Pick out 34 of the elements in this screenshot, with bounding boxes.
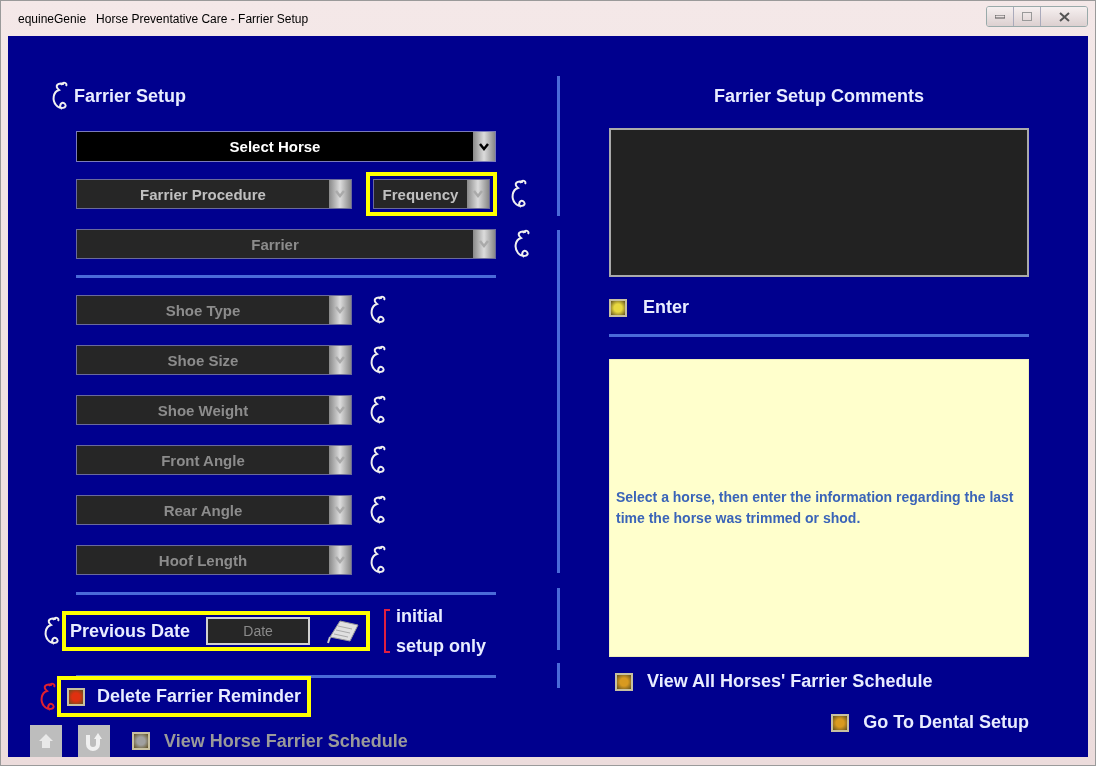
chevron-icon	[334, 356, 346, 364]
maximize-icon	[1022, 12, 1032, 21]
section-title: Farrier Setup	[74, 85, 187, 107]
note-text: initial	[396, 605, 445, 628]
help-icon[interactable]	[38, 680, 58, 713]
close-button[interactable]	[1040, 7, 1087, 26]
minimize-icon	[995, 14, 1005, 19]
info-text: Select a horse, then enter the information regarding the last time the horse was trimmed or shod.	[616, 488, 1015, 528]
window-title: equineGenie Horse Preventative Care - Farrier Setup	[18, 11, 309, 26]
comments-field[interactable]	[609, 128, 1029, 277]
home-icon	[37, 732, 55, 750]
chevron-icon	[334, 306, 346, 314]
section-title: Farrier Setup Comments	[712, 86, 926, 107]
checkbox-button[interactable]: View All Horses' Farrier Schedule	[615, 671, 933, 692]
field-label: Previous Date	[70, 620, 191, 642]
close-icon	[1058, 11, 1070, 22]
bracket-mark	[384, 609, 391, 653]
checkbox-button[interactable]: Enter	[609, 297, 689, 318]
note-text: setup only	[396, 635, 487, 658]
checkbox-button[interactable]: Go To Dental Setup	[831, 712, 1029, 733]
dropdown[interactable]: Select Horse	[76, 131, 496, 162]
chevron-icon	[478, 240, 490, 248]
undo-icon	[84, 731, 104, 751]
chevron-icon	[334, 190, 346, 198]
date-field[interactable]: Date	[206, 617, 311, 645]
chevron-icon	[472, 190, 484, 198]
checkbox-button[interactable]: Delete Farrier Reminder	[67, 686, 302, 707]
chevron-icon	[334, 406, 346, 414]
chevron-icon	[478, 142, 490, 151]
help-icon[interactable]	[50, 80, 70, 112]
help-icon[interactable]	[42, 615, 62, 647]
chevron-icon	[334, 506, 346, 514]
chevron-icon	[334, 556, 346, 564]
chevron-icon	[334, 456, 346, 464]
